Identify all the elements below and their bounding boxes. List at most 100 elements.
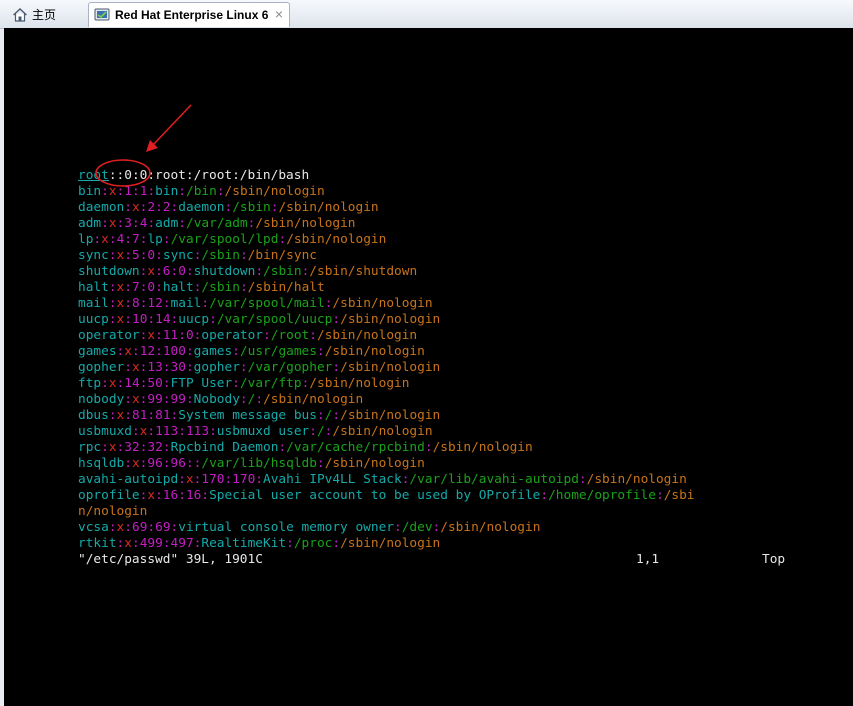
terminal-text: halt — [78, 280, 109, 295]
terminal-line: nobody:x:99:99:Nobody:/:/sbin/nologin — [78, 392, 790, 408]
terminal-text: /sbin/nologin — [340, 312, 441, 327]
terminal-line: lp:x:4:7:lp:/var/spool/lpd:/sbin/nologin — [78, 232, 790, 248]
terminal-text: : — [178, 488, 186, 503]
terminal-text: x — [147, 328, 156, 343]
terminal-text: 69 — [155, 520, 171, 535]
terminal-line: daemon:x:2:2:daemon:/sbin:/sbin/nologin — [78, 200, 790, 216]
terminal-text: : — [655, 488, 664, 503]
status-cursor-position: 1,1 — [636, 552, 660, 567]
terminal-text: 170 — [201, 472, 225, 487]
close-icon[interactable]: × — [275, 6, 283, 22]
terminal-text: uucp — [178, 312, 210, 327]
terminal-text: /sbi — [663, 488, 695, 503]
terminal-text: : — [309, 328, 317, 343]
tab-home[interactable]: 主页 — [6, 2, 86, 27]
terminal-text: : — [162, 296, 171, 311]
terminal-text: : — [309, 424, 317, 439]
terminal-text: : — [255, 472, 264, 487]
terminal-text: : — [124, 360, 132, 375]
terminal-text: : — [131, 344, 140, 359]
terminal-text: Rpcbind Daemon — [170, 440, 279, 455]
terminal-text: : — [232, 376, 240, 391]
terminal-text: 0 — [147, 248, 156, 263]
terminal-text: : — [147, 312, 156, 327]
terminal-text: /sbin/nologin — [263, 392, 364, 407]
terminal-text: games — [193, 344, 233, 359]
terminal-text: : — [578, 472, 587, 487]
terminal-text: /var/spool/uucp — [216, 312, 333, 327]
terminal-text: x — [185, 472, 194, 487]
status-file-info: "/etc/passwd" 39L, 1901C — [78, 552, 263, 567]
terminal-line: games:x:12:100:games:/usr/games:/sbin/no… — [78, 344, 790, 360]
terminal-text: System message bus — [178, 408, 317, 423]
terminal-text: : — [155, 344, 163, 359]
terminal-text: /var/lib/hsqldb — [201, 456, 317, 471]
terminal-text: virtual console memory owner — [178, 520, 394, 535]
terminal-text: x — [108, 376, 117, 391]
terminal-text: : — [124, 280, 132, 295]
terminal-text: : — [239, 392, 248, 407]
terminal-text: hsqldb — [78, 456, 125, 471]
terminal-text: : — [147, 424, 156, 439]
terminal-text: games — [78, 344, 117, 359]
terminal-text: : — [155, 200, 163, 215]
terminal-text: : — [332, 408, 341, 423]
terminal-text: /sbin/nologin — [340, 408, 441, 423]
terminal-line: avahi-autoipd:x:170:170:Avahi IPv4LL Sta… — [78, 472, 790, 488]
terminal-text: : — [201, 488, 210, 503]
terminal-text: x — [131, 456, 140, 471]
terminal-text: /var/ftp — [239, 376, 302, 391]
terminal-text: : — [316, 408, 325, 423]
tab-vm[interactable]: Red Hat Enterprise Linux 6 × — [88, 2, 290, 27]
terminal-text: halt — [162, 280, 194, 295]
terminal-text: /sbin/nologin — [324, 456, 425, 471]
terminal-text: /var/gopher — [247, 360, 333, 375]
terminal-text: adm — [78, 216, 102, 231]
terminal-text: 14 — [124, 376, 140, 391]
terminal-line: gopher:x:13:30:gopher:/var/gopher:/sbin/… — [78, 360, 790, 376]
terminal-text: : — [147, 408, 156, 423]
terminal-text: /sbin/nologin — [340, 536, 441, 551]
terminal-text: Nobody — [193, 392, 240, 407]
terminal-text: rpc — [78, 440, 102, 455]
terminal-text: 3 — [124, 216, 132, 231]
terminal-text: /sbin/shutdown — [309, 264, 418, 279]
terminal-text: 13 — [147, 360, 163, 375]
terminal-text: avahi-autoipd — [78, 472, 179, 487]
terminal-line: halt:x:7:0:halt:/sbin:/sbin/halt — [78, 280, 790, 296]
terminal-text: 30 — [170, 360, 186, 375]
terminal-text: oprofile — [78, 488, 140, 503]
terminal-text: rtkit — [78, 536, 117, 551]
terminal-text: dbus — [78, 408, 109, 423]
terminal-text: : — [131, 424, 140, 439]
terminal-text: /dev — [401, 520, 433, 535]
terminal-text: gopher — [78, 360, 125, 375]
terminal-text: : — [108, 296, 117, 311]
terminal-text: gopher — [193, 360, 240, 375]
terminal-text: : — [316, 344, 325, 359]
terminal-text: 8 — [131, 296, 140, 311]
terminal-text: : — [394, 520, 402, 535]
terminal-text: /sbin/nologin — [309, 376, 410, 391]
terminal-text: : — [216, 184, 225, 199]
terminal-text: mail — [170, 296, 202, 311]
terminal-text: 499 — [139, 536, 163, 551]
terminal-text: : — [424, 440, 433, 455]
terminal-text: 69 — [131, 520, 148, 535]
terminal-text: /bin — [186, 184, 217, 199]
terminal-text: : — [147, 520, 156, 535]
terminal-line: ftp:x:14:50:FTP User:/var/ftp:/sbin/nolo… — [78, 376, 790, 392]
terminal-text: x — [131, 360, 140, 375]
terminal-line: shutdown:x:6:0:shutdown:/sbin:/sbin/shut… — [78, 264, 790, 280]
terminal-line: bin:x:1:1:bin:/bin:/sbin/nologin — [78, 184, 790, 200]
terminal-text: : — [108, 520, 117, 535]
home-icon — [13, 7, 27, 22]
terminal-text: : — [540, 488, 549, 503]
terminal-line: n/nologin — [78, 504, 790, 520]
tab-home-label: 主页 — [32, 8, 57, 22]
terminal-text: x — [124, 344, 132, 359]
terminal-text: /bin/sync — [247, 248, 317, 263]
terminal-text: 99 — [147, 392, 163, 407]
terminal-text: : — [332, 360, 341, 375]
terminal-text: n/nologin — [78, 504, 148, 519]
